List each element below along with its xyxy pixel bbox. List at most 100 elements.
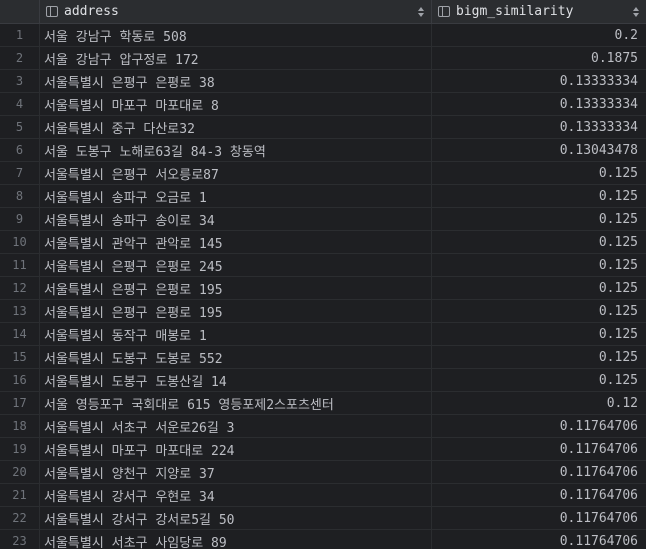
row-number: 11 [0,254,40,276]
grid-body: 1 서울 강남구 학동로 508 0.2 2 서울 강남구 압구정로 172 0.1875… [0,24,646,549]
table-row[interactable]: 21 서울특별시 강서구 우현로 34 0.11764706 [0,484,646,507]
row-number: 10 [0,231,40,253]
column-header-label: bigm_similarity [456,4,574,19]
address-cell[interactable]: 서울특별시 마포구 마포대로 224 [40,438,432,460]
similarity-cell[interactable]: 0.125 [432,185,646,207]
similarity-cell[interactable]: 0.13333334 [432,93,646,115]
table-row[interactable]: 2 서울 강남구 압구정로 172 0.1875 [0,47,646,70]
similarity-cell[interactable]: 0.2 [432,24,646,46]
table-row[interactable]: 7 서울특별시 은평구 서오릉로87 0.125 [0,162,646,185]
similarity-cell[interactable]: 0.125 [432,369,646,391]
similarity-cell[interactable]: 0.125 [432,231,646,253]
address-cell[interactable]: 서울특별시 서초구 사임당로 89 [40,530,432,549]
column-header-bigm-similarity[interactable]: bigm_similarity [432,0,646,23]
address-cell[interactable]: 서울특별시 은평구 은평로 38 [40,70,432,92]
similarity-cell[interactable]: 0.11764706 [432,438,646,460]
address-cell[interactable]: 서울특별시 강서구 우현로 34 [40,484,432,506]
similarity-cell[interactable]: 0.125 [432,346,646,368]
column-header-address[interactable]: address [40,0,432,23]
address-cell[interactable]: 서울특별시 중구 다산로32 [40,116,432,138]
row-number: 4 [0,93,40,115]
table-row[interactable]: 12 서울특별시 은평구 은평로 195 0.125 [0,277,646,300]
row-number: 17 [0,392,40,414]
address-cell[interactable]: 서울 강남구 압구정로 172 [40,47,432,69]
address-cell[interactable]: 서울특별시 양천구 지양로 37 [40,461,432,483]
table-row[interactable]: 23 서울특별시 서초구 사임당로 89 0.11764706 [0,530,646,549]
address-cell[interactable]: 서울특별시 은평구 은평로 195 [40,300,432,322]
address-cell[interactable]: 서울특별시 마포구 마포대로 8 [40,93,432,115]
results-grid: address bigm_similarity 1 서울 강남구 학동로 508 0… [0,0,646,549]
table-row[interactable]: 15 서울특별시 도봉구 도봉로 552 0.125 [0,346,646,369]
column-icon [46,6,58,17]
table-row[interactable]: 20 서울특별시 양천구 지양로 37 0.11764706 [0,461,646,484]
row-number: 16 [0,369,40,391]
table-row[interactable]: 19 서울특별시 마포구 마포대로 224 0.11764706 [0,438,646,461]
table-row[interactable]: 14 서울특별시 동작구 매봉로 1 0.125 [0,323,646,346]
address-cell[interactable]: 서울특별시 도봉구 도봉로 552 [40,346,432,368]
row-number: 8 [0,185,40,207]
sort-icon[interactable] [632,6,640,18]
column-header-label: address [64,4,119,19]
similarity-cell[interactable]: 0.11764706 [432,507,646,529]
similarity-cell[interactable]: 0.125 [432,162,646,184]
table-row[interactable]: 13 서울특별시 은평구 은평로 195 0.125 [0,300,646,323]
similarity-cell[interactable]: 0.13333334 [432,116,646,138]
address-cell[interactable]: 서울특별시 은평구 은평로 245 [40,254,432,276]
row-number: 9 [0,208,40,230]
similarity-cell[interactable]: 0.125 [432,208,646,230]
table-row[interactable]: 8 서울특별시 송파구 오금로 1 0.125 [0,185,646,208]
table-row[interactable]: 10 서울특별시 관악구 관악로 145 0.125 [0,231,646,254]
table-row[interactable]: 11 서울특별시 은평구 은평로 245 0.125 [0,254,646,277]
similarity-cell[interactable]: 0.11764706 [432,415,646,437]
table-row[interactable]: 5 서울특별시 중구 다산로32 0.13333334 [0,116,646,139]
address-cell[interactable]: 서울특별시 도봉구 도봉산길 14 [40,369,432,391]
row-number: 1 [0,24,40,46]
column-icon [438,6,450,17]
row-number: 14 [0,323,40,345]
similarity-cell[interactable]: 0.125 [432,254,646,276]
row-number: 20 [0,461,40,483]
similarity-cell[interactable]: 0.11764706 [432,530,646,549]
row-number: 21 [0,484,40,506]
similarity-cell[interactable]: 0.1875 [432,47,646,69]
row-number: 7 [0,162,40,184]
address-cell[interactable]: 서울특별시 송파구 오금로 1 [40,185,432,207]
address-cell[interactable]: 서울 도봉구 노해로63길 84-3 창동역 [40,139,432,161]
table-row[interactable]: 3 서울특별시 은평구 은평로 38 0.13333334 [0,70,646,93]
table-row[interactable]: 18 서울특별시 서초구 서운로26길 3 0.11764706 [0,415,646,438]
similarity-cell[interactable]: 0.11764706 [432,461,646,483]
table-row[interactable]: 4 서울특별시 마포구 마포대로 8 0.13333334 [0,93,646,116]
similarity-cell[interactable]: 0.13333334 [432,70,646,92]
similarity-cell[interactable]: 0.125 [432,277,646,299]
row-number: 2 [0,47,40,69]
address-cell[interactable]: 서울특별시 송파구 송이로 34 [40,208,432,230]
similarity-cell[interactable]: 0.11764706 [432,484,646,506]
table-row[interactable]: 16 서울특별시 도봉구 도봉산길 14 0.125 [0,369,646,392]
row-number-header [0,0,40,23]
similarity-cell[interactable]: 0.12 [432,392,646,414]
sort-icon[interactable] [417,6,425,18]
address-cell[interactable]: 서울특별시 관악구 관악로 145 [40,231,432,253]
similarity-cell[interactable]: 0.125 [432,300,646,322]
address-cell[interactable]: 서울특별시 은평구 은평로 195 [40,277,432,299]
row-number: 6 [0,139,40,161]
address-cell[interactable]: 서울특별시 강서구 강서로5길 50 [40,507,432,529]
grid-header: address bigm_similarity [0,0,646,24]
row-number: 19 [0,438,40,460]
table-row[interactable]: 9 서울특별시 송파구 송이로 34 0.125 [0,208,646,231]
address-cell[interactable]: 서울 강남구 학동로 508 [40,24,432,46]
address-cell[interactable]: 서울특별시 동작구 매봉로 1 [40,323,432,345]
similarity-cell[interactable]: 0.125 [432,323,646,345]
address-cell[interactable]: 서울 영등포구 국회대로 615 영등포제2스포츠센터 [40,392,432,414]
row-number: 5 [0,116,40,138]
table-row[interactable]: 6 서울 도봉구 노해로63길 84-3 창동역 0.13043478 [0,139,646,162]
address-cell[interactable]: 서울특별시 서초구 서운로26길 3 [40,415,432,437]
table-row[interactable]: 1 서울 강남구 학동로 508 0.2 [0,24,646,47]
table-row[interactable]: 17 서울 영등포구 국회대로 615 영등포제2스포츠센터 0.12 [0,392,646,415]
row-number: 12 [0,277,40,299]
address-cell[interactable]: 서울특별시 은평구 서오릉로87 [40,162,432,184]
row-number: 15 [0,346,40,368]
similarity-cell[interactable]: 0.13043478 [432,139,646,161]
table-row[interactable]: 22 서울특별시 강서구 강서로5길 50 0.11764706 [0,507,646,530]
row-number: 18 [0,415,40,437]
